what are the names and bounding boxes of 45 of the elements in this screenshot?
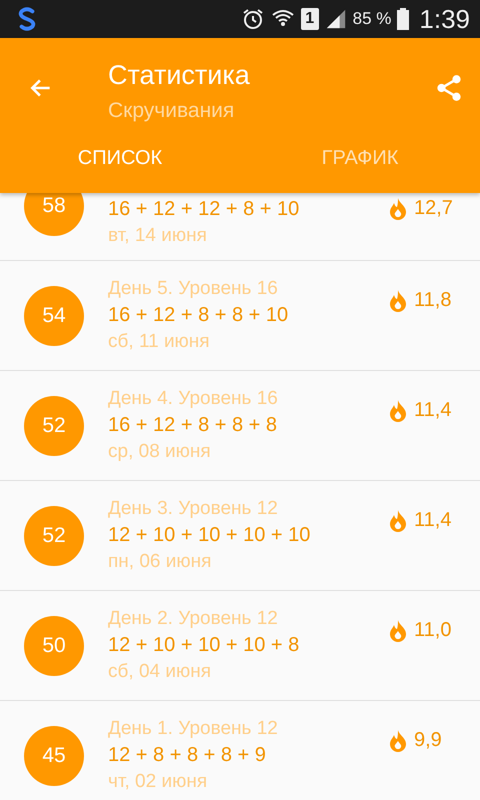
total-badge: 58 — [24, 193, 84, 236]
flame-icon — [388, 618, 408, 642]
calories-value: 12,7 — [414, 197, 454, 220]
record-date: чт, 02 июня — [108, 771, 208, 793]
clock-time: 1:39 — [419, 4, 470, 34]
total-badge: 45 — [24, 726, 84, 786]
flame-icon — [388, 288, 408, 312]
record-reps: 12 + 10 + 10 + 10 + 10 — [108, 524, 312, 547]
battery-percent: 85 % — [352, 9, 392, 29]
flame-icon — [388, 728, 408, 752]
calories-value: 11,4 — [414, 399, 452, 422]
signal-icon — [324, 8, 347, 30]
flame-icon — [388, 398, 408, 422]
screen-title: Статистика — [108, 60, 251, 90]
record-reps: 16 + 12 + 8 + 8 + 10 — [108, 304, 290, 327]
calories-value: 9,9 — [414, 729, 443, 752]
calories-value: 11,4 — [414, 509, 452, 532]
screen-subtitle: Скручивания — [108, 98, 236, 122]
record-title: День 4. Уровень 16 — [108, 388, 279, 410]
record-title: День 2. Уровень 12 — [108, 608, 279, 630]
tab[interactable]: ГРАФИК — [240, 138, 480, 193]
flame-icon — [388, 508, 408, 532]
record-date: ср, 08 июня — [108, 441, 212, 463]
record-reps: 12 + 10 + 10 + 10 + 8 — [108, 634, 300, 657]
record-title: День 1. Уровень 12 — [108, 718, 279, 740]
record-date: пн, 06 июня — [108, 551, 212, 573]
sim-indicator: 1 — [300, 8, 319, 30]
record-date: вт, 14 июня — [108, 225, 208, 247]
record-title: День 5. Уровень 16 — [108, 278, 279, 300]
calories-value: 11,0 — [414, 619, 452, 642]
record-date: сб, 11 июня — [108, 331, 211, 353]
total-badge: 54 — [24, 286, 84, 346]
record-reps: 16 + 12 + 8 + 8 + 8 — [108, 414, 278, 437]
battery-icon — [397, 8, 410, 30]
record-date: сб, 04 июня — [108, 661, 212, 683]
total-badge: 52 — [24, 506, 84, 566]
total-badge: 52 — [24, 396, 84, 456]
calories-value: 11,8 — [414, 289, 452, 312]
tab[interactable]: СПИСОК — [0, 138, 240, 193]
record-reps: 12 + 8 + 8 + 8 + 9 — [108, 744, 267, 767]
record-reps: 16 + 12 + 12 + 8 + 10 — [108, 198, 300, 221]
alarm-icon — [240, 7, 265, 31]
flame-icon — [388, 196, 408, 220]
total-badge: 50 — [24, 616, 84, 676]
record-title: День 3. Уровень 12 — [108, 498, 279, 520]
